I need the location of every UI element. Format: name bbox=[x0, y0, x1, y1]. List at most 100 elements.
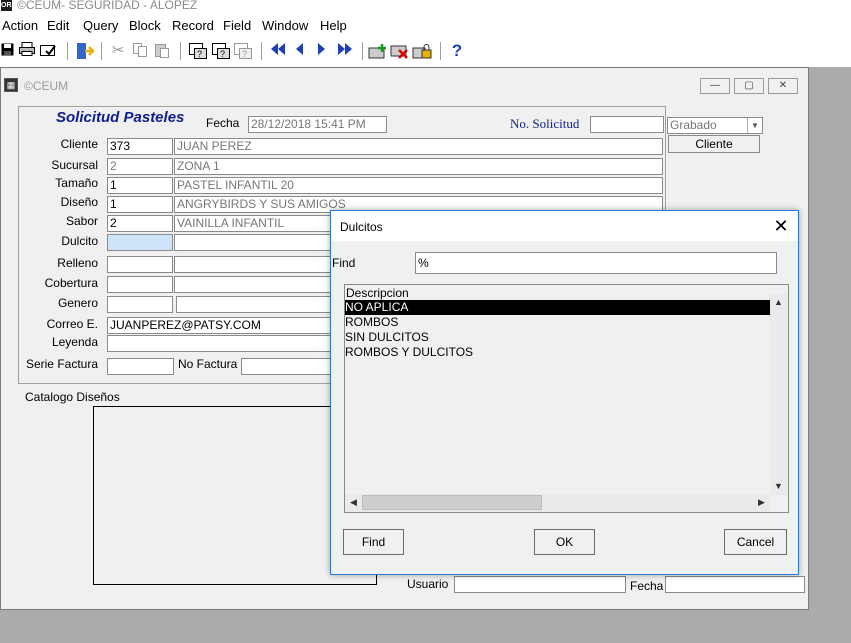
relleno-code-field[interactable] bbox=[107, 256, 173, 273]
svg-text:?: ? bbox=[197, 49, 202, 59]
list-item[interactable]: NO APLICA bbox=[345, 300, 770, 315]
cobertura-code-field[interactable] bbox=[107, 276, 173, 293]
sabor-code-field[interactable]: 2 bbox=[107, 215, 173, 232]
serie-factura-label: Serie Factura bbox=[25, 357, 98, 371]
lock-record-icon[interactable] bbox=[412, 42, 432, 60]
exit-icon[interactable] bbox=[75, 42, 95, 60]
menu-bar: Action Edit Query Block Record Field Win… bbox=[0, 14, 851, 37]
status-value: Grabado bbox=[670, 118, 717, 132]
paste-icon[interactable] bbox=[153, 42, 171, 60]
dialog-title: Dulcitos bbox=[340, 220, 383, 234]
diseno-code-field[interactable]: 1 bbox=[107, 196, 173, 213]
menu-action[interactable]: Action bbox=[2, 18, 38, 33]
no-solicitud-field[interactable] bbox=[590, 116, 664, 133]
app-title: ©CEUM- SEGURIDAD - ALOPEZ bbox=[17, 0, 198, 12]
sucursal-code-field[interactable]: 2 bbox=[107, 158, 173, 175]
cancel-query-icon[interactable]: ? bbox=[233, 42, 253, 60]
cliente-button[interactable]: Cliente bbox=[668, 135, 760, 153]
sabor-label: Sabor bbox=[65, 214, 98, 228]
print-preview-icon[interactable] bbox=[39, 42, 59, 60]
tamano-code-field[interactable]: 1 bbox=[107, 177, 173, 194]
cancel-button[interactable]: Cancel bbox=[724, 529, 787, 555]
catalogo-label: Catalogo Diseños bbox=[25, 390, 120, 404]
fecha-label: Fecha bbox=[206, 116, 240, 130]
oracle-app-icon: ORA bbox=[1, 0, 17, 11]
cliente-desc-field[interactable]: JUAN PEREZ bbox=[174, 138, 663, 155]
no-factura-label: No Factura bbox=[178, 357, 238, 371]
dialog-title-bar: Dulcitos ✕ bbox=[331, 211, 798, 241]
status-select[interactable]: Grabado ▼ bbox=[667, 117, 763, 134]
usuario-label: Usuario bbox=[407, 577, 449, 591]
correo-label: Correo E. bbox=[46, 317, 98, 331]
cobertura-label: Cobertura bbox=[44, 276, 98, 290]
usuario-field[interactable] bbox=[454, 576, 626, 593]
genero-code-field[interactable] bbox=[107, 296, 173, 313]
horizontal-scrollbar[interactable]: ◀ ▶ bbox=[345, 494, 770, 512]
close-window-button[interactable]: ✕ bbox=[768, 78, 798, 94]
previous-record-icon[interactable] bbox=[292, 42, 306, 60]
tamano-desc-field[interactable]: PASTEL INFANTIL 20 bbox=[174, 177, 663, 194]
close-icon[interactable]: ✕ bbox=[770, 215, 792, 237]
scroll-down-icon[interactable]: ▼ bbox=[770, 478, 787, 495]
fecha2-label: Fecha bbox=[630, 579, 664, 593]
list-item[interactable]: ROMBOS bbox=[345, 315, 770, 330]
insert-record-icon[interactable] bbox=[368, 42, 388, 60]
dulcito-label: Dulcito bbox=[61, 234, 98, 248]
execute-query-icon[interactable]: ? bbox=[211, 42, 231, 60]
form-window-title: ©CEUM bbox=[24, 79, 69, 93]
minimize-button[interactable]: — bbox=[700, 78, 730, 94]
menu-query[interactable]: Query bbox=[83, 18, 118, 33]
enter-query-icon[interactable]: ? bbox=[188, 42, 208, 60]
first-record-icon[interactable] bbox=[269, 42, 287, 60]
svg-text:?: ? bbox=[242, 49, 247, 59]
serie-factura-field[interactable] bbox=[107, 358, 174, 375]
fecha-field[interactable]: 28/12/2018 15:41 PM bbox=[248, 116, 387, 133]
list-item[interactable]: SIN DULCITOS bbox=[345, 330, 770, 345]
app-title-bar: ORA ©CEUM- SEGURIDAD - ALOPEZ bbox=[0, 0, 851, 14]
menu-window[interactable]: Window bbox=[262, 18, 308, 33]
print-icon[interactable] bbox=[18, 42, 36, 60]
next-record-icon[interactable] bbox=[315, 42, 329, 60]
copy-icon[interactable] bbox=[131, 42, 149, 60]
genero-label: Genero bbox=[57, 296, 98, 310]
menu-field[interactable]: Field bbox=[223, 18, 251, 33]
sucursal-desc-field[interactable]: ZONA 1 bbox=[174, 158, 663, 175]
form-window-title-bar: ▦ ©CEUM — ▢ ✕ bbox=[1, 76, 808, 98]
scroll-thumb[interactable] bbox=[362, 495, 542, 510]
list-item[interactable]: ROMBOS Y DULCITOS bbox=[345, 345, 770, 360]
diseno-label: Diseño bbox=[60, 195, 98, 209]
svg-text:?: ? bbox=[220, 49, 225, 59]
save-icon[interactable] bbox=[0, 42, 14, 60]
vertical-scrollbar[interactable]: ▲ ▼ bbox=[770, 294, 788, 495]
find-input[interactable]: % bbox=[415, 252, 777, 274]
dulcitos-dialog: Dulcitos ✕ Find % Descripcion NO APLICA … bbox=[330, 210, 799, 575]
menu-block[interactable]: Block bbox=[129, 18, 161, 33]
scroll-right-icon[interactable]: ▶ bbox=[753, 494, 770, 511]
scroll-up-icon[interactable]: ▲ bbox=[770, 294, 787, 311]
help-icon[interactable]: ? bbox=[450, 42, 464, 60]
find-button[interactable]: Find bbox=[343, 529, 404, 555]
tamano-label: Tamaño bbox=[55, 176, 98, 190]
chevron-down-icon[interactable]: ▼ bbox=[747, 118, 762, 133]
fecha2-field[interactable] bbox=[665, 576, 805, 593]
dulcito-code-field[interactable] bbox=[107, 234, 173, 251]
cut-icon[interactable]: ✂ bbox=[109, 42, 127, 60]
descripcion-column-header: Descripcion bbox=[346, 286, 409, 300]
ok-button[interactable]: OK bbox=[534, 529, 595, 555]
menu-help[interactable]: Help bbox=[320, 18, 347, 33]
delete-record-icon[interactable] bbox=[390, 42, 410, 60]
toolbar: ✂ ? ? ? ? bbox=[0, 37, 851, 67]
form-title: Solicitud Pasteles bbox=[56, 109, 185, 126]
find-label: Find bbox=[332, 256, 356, 270]
cliente-code-field[interactable]: 373 bbox=[107, 138, 173, 155]
maximize-button[interactable]: ▢ bbox=[734, 78, 764, 94]
cliente-label: Cliente bbox=[60, 137, 98, 151]
menu-edit[interactable]: Edit bbox=[47, 18, 69, 33]
menu-record[interactable]: Record bbox=[172, 18, 214, 33]
leyenda-label: Leyenda bbox=[51, 335, 98, 349]
scroll-left-icon[interactable]: ◀ bbox=[345, 494, 362, 511]
last-record-icon[interactable] bbox=[336, 42, 354, 60]
sucursal-label: Sucursal bbox=[51, 158, 98, 172]
dulcitos-list: Descripcion NO APLICA ROMBOS SIN DULCITO… bbox=[344, 284, 789, 513]
window-icon: ▦ bbox=[4, 78, 18, 92]
